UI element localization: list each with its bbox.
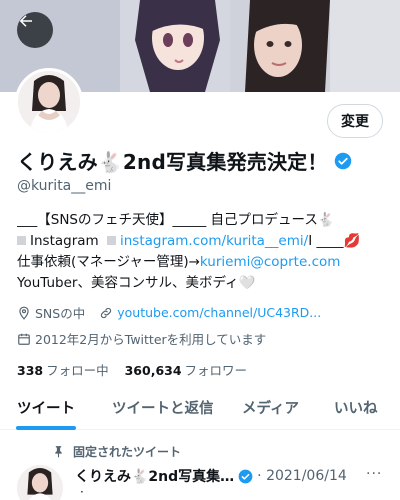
edit-profile-button[interactable]: 変更 bbox=[327, 104, 383, 138]
square-icon bbox=[17, 236, 26, 245]
verified-badge-icon bbox=[238, 469, 253, 483]
instagram-link[interactable]: instagram.com/kurita__emi/ bbox=[120, 233, 308, 249]
tweet-author-avatar[interactable] bbox=[17, 465, 63, 500]
tab-tweets[interactable]: ツイート bbox=[17, 397, 75, 418]
avatar-photo bbox=[18, 71, 80, 133]
more-options-icon[interactable]: ··· bbox=[366, 466, 382, 482]
bio-line-3: 仕事依頼(マネージャー管理)→kuriemi@coprte.com bbox=[17, 252, 389, 273]
pin-icon bbox=[55, 446, 62, 458]
tab-tweets-replies[interactable]: ツイートと返信 bbox=[112, 397, 214, 418]
profile-meta: SNSの中 youtube.com/channel/UC43RD... bbox=[17, 303, 321, 322]
profile-joined: 2012年2月からTwitterを利用しています bbox=[17, 329, 266, 348]
pinned-label-text: 固定されたツイート bbox=[73, 445, 182, 459]
followers-link[interactable]: 360,634 フォロワー bbox=[125, 360, 247, 379]
followers-count: 360,634 bbox=[124, 363, 182, 378]
tweet-body-start: · bbox=[80, 485, 84, 499]
profile-tabs: ツイート ツイートと返信 メディア いいね bbox=[0, 384, 400, 430]
profile-url[interactable]: youtube.com/channel/UC43RD... bbox=[117, 305, 321, 320]
verified-badge-icon bbox=[334, 152, 351, 169]
profile-handle: @kurita__emi bbox=[17, 178, 112, 194]
active-tab-indicator bbox=[16, 426, 76, 430]
following-count: 338 bbox=[17, 363, 44, 378]
profile-name: くりえみ🐇2nd写真集発売決定！ bbox=[17, 150, 328, 174]
profile-avatar[interactable] bbox=[15, 68, 83, 136]
bio-line-1: ___【SNSのフェチ天使】_____ 自己プロデュース🐇 bbox=[17, 212, 335, 228]
bio-instagram-label: Instagram bbox=[30, 233, 99, 249]
bio-line-2: Instagram instagram.com/kurita__emi/I __… bbox=[17, 231, 389, 252]
profile-bio: ___【SNSのフェチ天使】_____ 自己プロデュース🐇 Instagram … bbox=[17, 210, 389, 294]
bio-line-4: YouTuber、美容コンサル、美ボディ🤍 bbox=[17, 275, 256, 291]
arrow-left-icon bbox=[19, 15, 32, 27]
tweet-date[interactable]: · 2021/06/14 bbox=[257, 468, 347, 484]
tweet-header: くりえみ🐇2nd写真集… · 2021/06/14 bbox=[75, 466, 347, 486]
pinned-tweet-label: 固定されたツイート bbox=[52, 443, 181, 460]
follow-stats: 338 フォロー中 360,634 フォロワー bbox=[17, 360, 263, 379]
back-button[interactable] bbox=[17, 12, 53, 48]
location-icon bbox=[19, 306, 29, 320]
tweet-author-name[interactable]: くりえみ🐇2nd写真集… bbox=[75, 466, 234, 486]
tab-media[interactable]: メディア bbox=[242, 397, 299, 418]
bio-line-2-suffix: I ____💋 bbox=[308, 233, 361, 249]
tab-likes[interactable]: いいね bbox=[334, 397, 378, 418]
square-icon bbox=[106, 236, 116, 245]
profile-name-row: くりえみ🐇2nd写真集発売決定！ bbox=[17, 146, 352, 175]
bio-work-label: 仕事依頼(マネージャー管理)→ bbox=[17, 254, 200, 270]
followers-label: フォロワー bbox=[184, 363, 248, 378]
link-icon bbox=[101, 307, 112, 318]
joined-date: 2012年2月からTwitterを利用しています bbox=[35, 332, 267, 347]
email-link[interactable]: kuriemi@coprte.com bbox=[200, 254, 341, 270]
following-link[interactable]: 338 フォロー中 bbox=[17, 360, 109, 379]
following-label: フォロー中 bbox=[46, 363, 109, 378]
profile-location: SNSの中 bbox=[35, 306, 86, 321]
avatar-photo bbox=[17, 465, 63, 500]
calendar-icon bbox=[18, 333, 30, 345]
